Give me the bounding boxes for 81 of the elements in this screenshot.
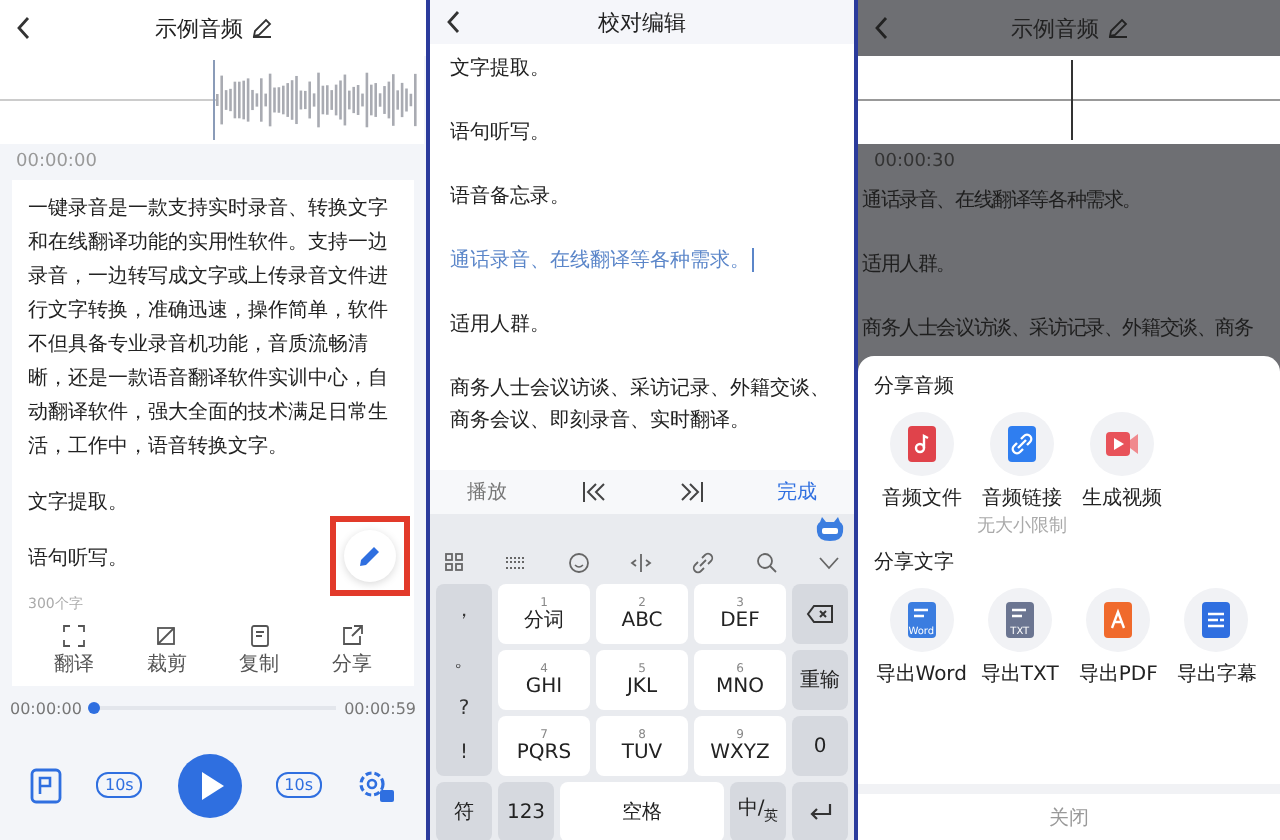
back-icon[interactable] [446, 10, 462, 34]
pdf-icon [1100, 600, 1137, 640]
keyboard-icon[interactable] [504, 554, 527, 570]
transcript-paragraph: 文字提取。 [28, 489, 128, 518]
screen-title: 示例音频 [1011, 13, 1099, 43]
enter-icon [808, 803, 832, 821]
symbol-key[interactable]: ? [458, 697, 470, 720]
editor-paragraph: 语音备忘录。 [450, 183, 572, 212]
settings-icon[interactable] [356, 767, 397, 803]
function-key[interactable]: 0 [792, 716, 848, 776]
editor-paragraph: 文字提取。 [450, 55, 552, 84]
symbol-list[interactable]: ， 。 ? ! [436, 584, 492, 776]
word-icon [903, 600, 940, 640]
emoji-icon[interactable] [567, 551, 590, 573]
crop-icon [154, 624, 179, 648]
transcript-paragraph: 商务人士会议访谈、采访记录、外籍交谈、商务 [862, 316, 1253, 344]
back-icon[interactable] [16, 16, 32, 40]
space-key[interactable]: 空格 [560, 782, 724, 840]
play-icon [198, 769, 226, 801]
function-key[interactable]: 重输 [792, 650, 848, 710]
link-share-option[interactable]: 音频链接 无大小限制 [974, 412, 1070, 540]
timestamp: 00:00:30 [872, 150, 957, 176]
mascot-icon[interactable] [816, 516, 844, 542]
transcript-paragraph: 语句听写。 [28, 546, 128, 574]
symbol-key[interactable]: ， [454, 595, 474, 624]
video-share-option[interactable]: 生成视频 [1074, 412, 1170, 540]
audio-file-icon [904, 424, 940, 464]
symbol-key[interactable]: 。 [454, 646, 474, 675]
play-button[interactable] [177, 753, 241, 817]
next-icon[interactable] [679, 482, 703, 502]
previous-icon[interactable] [581, 482, 605, 502]
transcript-paragraph: 通话录音、在线翻译等各种需求。 [862, 188, 1142, 216]
translate-tool-button[interactable]: 翻译 [54, 624, 95, 678]
copy-icon [247, 624, 272, 648]
function-key[interactable]: 123 [498, 782, 554, 840]
progress-thumb[interactable] [88, 702, 101, 714]
timestamp: 00:00:00 [14, 150, 99, 176]
edit-button[interactable] [344, 530, 396, 582]
current-time: 00:00:00 [10, 699, 82, 717]
pdf-share-option[interactable]: 导出PDF [1071, 588, 1166, 688]
document-icon[interactable] [29, 767, 62, 803]
txt-icon [1001, 600, 1038, 640]
enter-key[interactable] [792, 782, 848, 840]
section-title: 分享音频 [874, 373, 956, 400]
copy-tool-button[interactable]: 复制 [239, 624, 280, 678]
backspace-key[interactable] [792, 584, 848, 644]
subtitle-share-option[interactable]: 导出字幕 [1169, 588, 1264, 688]
total-time: 00:00:59 [344, 699, 416, 717]
search-icon[interactable] [755, 551, 778, 573]
language-key[interactable]: 中/$_{英}$ [730, 782, 786, 840]
screen-title: 校对编辑 [598, 7, 686, 37]
text-editor[interactable]: 文字提取。 语句听写。 语音备忘录。 通话录音、在线翻译等各种需求。 适用人群。 商务人士会议访谈、采访记录、外籍交谈、商务会议、即刻录音、实时翻译。 [430, 44, 854, 470]
subtitle-icon [1198, 600, 1235, 640]
editor-paragraph: 语句听写。 [450, 120, 552, 148]
function-key[interactable]: 符 [436, 782, 492, 840]
link-icon[interactable] [692, 551, 715, 573]
option-note: 无大小限制 [977, 514, 1067, 539]
share-tool-button[interactable]: 分享 [331, 624, 372, 678]
play-button[interactable]: 播放 [467, 478, 507, 506]
editor-paragraph: 通话录音、在线翻译等各种需求。 [450, 246, 756, 277]
transcript-paragraph: 适用人群。 [862, 252, 956, 280]
forward-button[interactable]: 10s [276, 772, 322, 798]
grid-icon[interactable] [444, 552, 464, 572]
section-title: 分享文字 [874, 549, 956, 576]
link-icon [1004, 424, 1040, 464]
audio-file-share-option[interactable]: 音频文件 [874, 412, 970, 540]
backspace-icon [806, 604, 834, 624]
pencil-icon[interactable] [251, 18, 271, 38]
done-button[interactable]: 完成 [777, 478, 817, 506]
transcript-paragraph: 一键录音是一款支持实时录音、转换文字和在线翻译功能的实用性软件。支持一边录音，一边转写成文字或上传录音文件进行文字转换，准确迅速，操作简单，软件不但具备专业录音机功能，音质流畅清晰，还是一款语音翻译软件实训中心，自动翻译软件，强大全面的技术满足日常生活，工作中，语音转换文字。 [28, 195, 390, 462]
cursor-icon[interactable] [629, 551, 652, 573]
collapse-icon[interactable] [817, 555, 840, 569]
symbol-key[interactable]: ! [459, 742, 468, 765]
crop-tool-button[interactable]: 裁剪 [146, 624, 187, 678]
share-icon [339, 624, 364, 648]
editor-paragraph: 适用人群。 [450, 311, 552, 340]
rewind-button[interactable]: 10s [96, 772, 142, 798]
translate-icon [62, 624, 87, 648]
screen-title: 示例音频 [155, 13, 243, 43]
editor-paragraph: 商务人士会议访谈、采访记录、外籍交谈、商务会议、即刻录音、实时翻译。 [450, 375, 832, 436]
pencil-icon [358, 544, 382, 568]
